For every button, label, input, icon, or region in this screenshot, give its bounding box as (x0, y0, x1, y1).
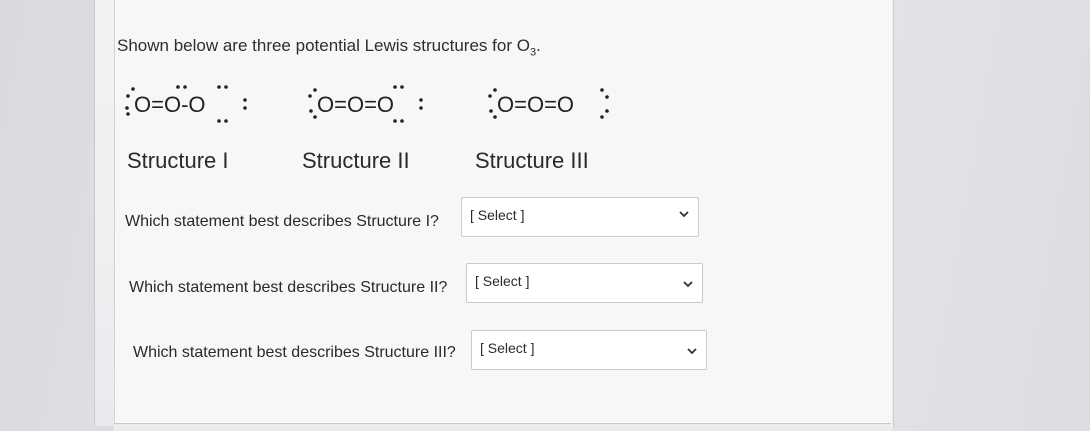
chevron-down-icon (687, 348, 697, 355)
question-1-text: Which statement best describes Structure… (125, 213, 439, 230)
select-value: [ Select ] (470, 207, 525, 223)
lewis-structure-1: O=O-O (125, 85, 247, 123)
svg-text:O=O=O: O=O=O (317, 92, 394, 117)
svg-text:O=O-O: O=O-O (134, 92, 206, 117)
question-intro: Shown below are three potential Lewis st… (117, 36, 541, 59)
svg-text:O=O=O: O=O=O (497, 92, 574, 117)
structure-3-label: Structure III (475, 148, 589, 173)
select-value: [ Select ] (480, 340, 535, 356)
chevron-down-icon (679, 211, 689, 218)
structure-3-select[interactable]: [ Select ] (471, 330, 707, 370)
structure-2-select[interactable]: [ Select ] (466, 263, 703, 303)
question-3-text: Which statement best describes Structure… (133, 344, 456, 361)
lewis-structure-3: O=O=O (488, 88, 609, 119)
structure-1-select[interactable]: [ Select ] (461, 197, 699, 237)
structure-1-label: Structure I (127, 148, 229, 173)
chevron-down-icon (683, 281, 693, 288)
question-2-text: Which statement best describes Structure… (129, 279, 448, 296)
select-value: [ Select ] (475, 273, 530, 289)
lewis-structure-2: O=O=O (308, 85, 423, 123)
structure-2-label: Structure II (302, 148, 410, 173)
